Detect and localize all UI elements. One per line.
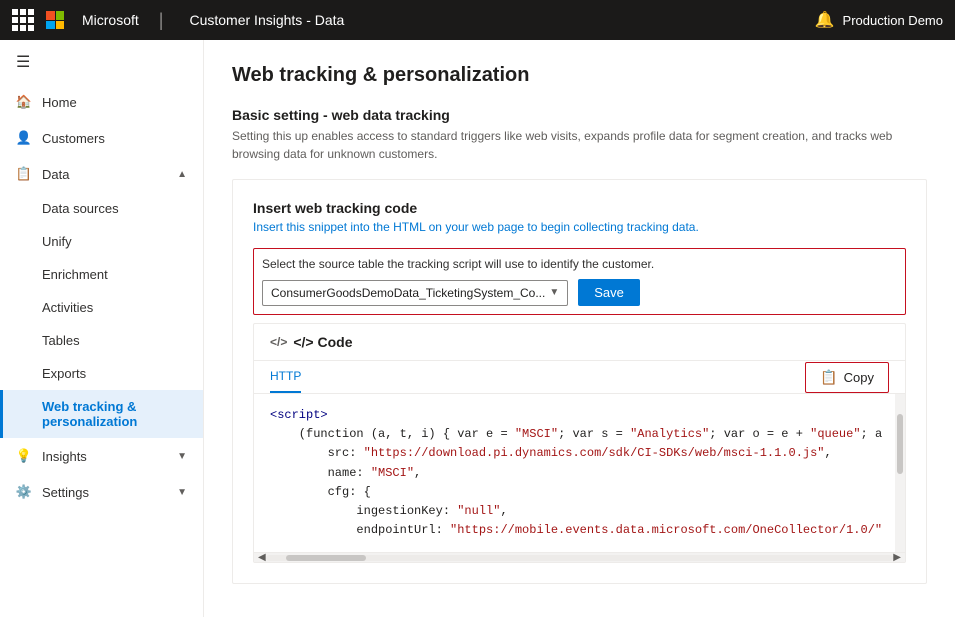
insights-icon: 💡 [16,448,32,464]
sidebar-label-data-sources: Data sources [42,201,119,216]
select-inner: Select the source table the tracking scr… [262,257,897,306]
basic-setting-title: Basic setting - web data tracking [232,107,927,123]
sidebar-item-exports[interactable]: Exports [0,357,203,390]
waffle-button[interactable] [12,9,34,31]
code-line-8: ingestionKey: "null", [270,502,889,521]
scrollbar-track-x [266,555,894,561]
customers-icon: 👤 [16,130,32,146]
top-nav: Microsoft | Customer Insights - Data 🔔 P… [0,0,955,40]
card-link-text: Insert this snippet into the HTML on you… [253,220,906,234]
vertical-scrollbar[interactable] [895,394,905,552]
sidebar-label-data: Data [42,167,69,182]
sidebar-item-unify[interactable]: Unify [0,225,203,258]
code-tab-bar: </> </> Code [254,324,905,361]
scrollbar-thumb-y [897,414,903,474]
code-section: </> </> Code HTTP 📋 Copy <scrip [253,323,906,563]
sidebar-label-enrichment: Enrichment [42,267,108,282]
copy-btn-container: 📋 Copy [805,362,889,393]
settings-icon: ⚙️ [16,484,32,500]
code-block-container: <script> (function (a, t, i) { var e = "… [254,394,905,552]
sidebar-label-tables: Tables [42,333,80,348]
main-layout: ☰ 🏠 Home 👤 Customers 📋 Data ▲ Data sourc… [0,40,955,617]
nav-separator: | [159,10,164,31]
save-button[interactable]: Save [578,279,640,306]
select-value: ConsumerGoodsDemoData_TicketingSystem_Co… [271,286,545,300]
code-line-9: endpointUrl: "https://mobile.events.data… [270,521,889,540]
insights-chevron-icon: ▼ [177,451,187,462]
code-inner-bar: HTTP 📋 Copy [254,361,905,394]
sidebar-item-activities[interactable]: Activities [0,291,203,324]
code-block[interactable]: <script> (function (a, t, i) { var e = "… [254,394,905,552]
sidebar-item-customers[interactable]: 👤 Customers [0,120,203,156]
sidebar-item-insights[interactable]: 💡 Insights ▼ [0,438,203,474]
select-container: Select the source table the tracking scr… [253,248,906,315]
select-chevron-icon: ▼ [549,287,559,298]
sidebar-item-web-tracking[interactable]: Web tracking & personalization [0,390,203,438]
sidebar-label-home: Home [42,95,77,110]
sidebar-item-enrichment[interactable]: Enrichment [0,258,203,291]
scroll-right-icon[interactable]: ▶ [893,552,901,563]
sidebar-label-unify: Unify [42,234,72,249]
environment-label: Production Demo [843,13,943,28]
sidebar-label-settings: Settings [42,485,89,500]
scroll-left-icon[interactable]: ◀ [258,552,266,563]
microsoft-label: Microsoft [82,12,139,28]
sidebar-item-home[interactable]: 🏠 Home [0,84,203,120]
code-line-1: <script> [270,406,889,425]
hamburger-button[interactable]: ☰ [0,40,203,84]
page-title: Web tracking & personalization [232,64,927,87]
source-table-select[interactable]: ConsumerGoodsDemoData_TicketingSystem_Co… [262,280,568,306]
sidebar-label-web-tracking: Web tracking & personalization [42,399,137,429]
code-line-2: (function (a, t, i) { var e = "MSCI"; va… [270,425,889,444]
home-icon: 🏠 [16,94,32,110]
sidebar-label-activities: Activities [42,300,93,315]
settings-chevron-icon: ▼ [177,487,187,498]
data-chevron-icon: ▲ [177,169,187,180]
sidebar-item-tables[interactable]: Tables [0,324,203,357]
code-line-6: cfg: { [270,483,889,502]
microsoft-logo [46,11,64,29]
data-icon: 📋 [16,166,32,182]
sidebar-label-insights: Insights [42,449,87,464]
code-line-5: name: "MSCI", [270,464,889,483]
card-title: Insert web tracking code [253,200,906,216]
code-tab-label: </> </> Code [270,324,353,360]
code-card: Insert web tracking code Insert this sni… [232,179,927,584]
copy-label: Copy [844,370,874,385]
code-line-4: src: "https://download.pi.dynamics.com/s… [270,444,889,463]
sidebar: ☰ 🏠 Home 👤 Customers 📋 Data ▲ Data sourc… [0,40,204,617]
copy-icon: 📋 [820,369,837,386]
scrollbar-thumb-x [286,555,366,561]
top-nav-right: 🔔 Production Demo [815,10,943,30]
sidebar-item-settings[interactable]: ⚙️ Settings ▼ [0,474,203,510]
waffle-icon [12,9,34,31]
sidebar-item-data[interactable]: 📋 Data ▲ [0,156,203,192]
sidebar-label-exports: Exports [42,366,86,381]
sidebar-item-data-sources[interactable]: Data sources [0,192,203,225]
tab-http[interactable]: HTTP [270,361,301,393]
select-label: Select the source table the tracking scr… [262,257,897,271]
copy-button[interactable]: 📋 Copy [805,362,889,393]
sidebar-label-customers: Customers [42,131,105,146]
basic-setting-desc: Setting this up enables access to standa… [232,127,927,163]
code-icon: </> [270,335,287,349]
horizontal-scrollbar[interactable]: ◀ ▶ [254,552,905,562]
app-title: Customer Insights - Data [189,12,344,28]
notifications-icon[interactable]: 🔔 [815,10,835,30]
main-content: Web tracking & personalization Basic set… [204,40,955,617]
